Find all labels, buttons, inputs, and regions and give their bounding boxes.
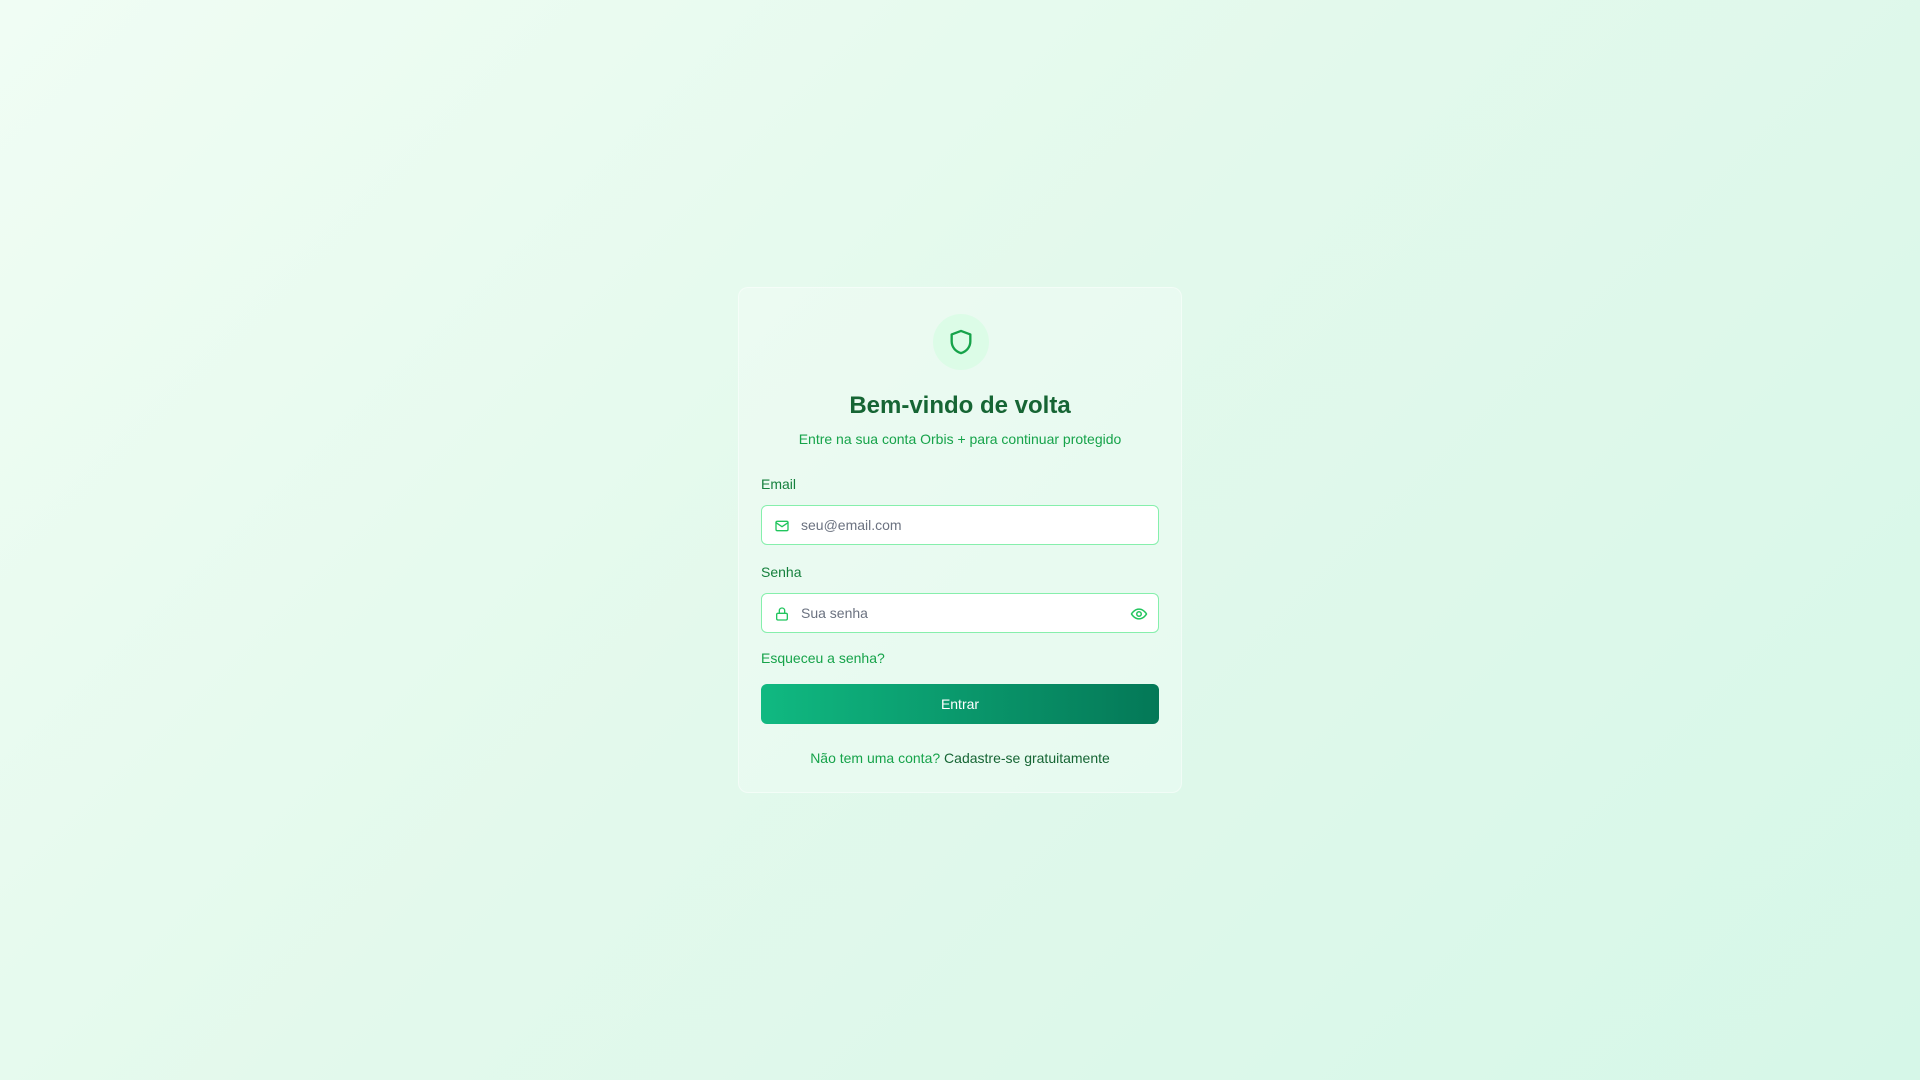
password-input[interactable] [801,594,1101,632]
password-label: Senha [761,564,802,580]
signup-prompt: Não tem uma conta? Cadastre-se gratuitam… [739,750,1181,766]
page-subtitle: Entre na sua conta Orbis + para continua… [798,431,1122,447]
lock-icon [776,607,788,621]
forgot-password-link[interactable]: Esqueceu a senha? [761,650,885,666]
signup-prompt-text: Não tem uma conta? [810,750,941,766]
page-title: Bem-vindo de volta [849,392,1071,419]
signup-link[interactable]: Cadastre-se gratuitamente [944,750,1110,766]
email-input[interactable] [801,506,1101,544]
login-card: Bem-vindo de volta Entre na sua conta Or… [738,287,1182,793]
login-button[interactable]: Entrar [761,684,1159,724]
password-field-wrapper [761,593,1159,633]
eye-icon[interactable] [1130,605,1148,623]
mail-icon [775,520,789,532]
shield-icon [950,329,972,355]
email-label: Email [761,476,797,492]
email-field-wrapper [761,505,1159,545]
logo-badge [933,314,989,370]
